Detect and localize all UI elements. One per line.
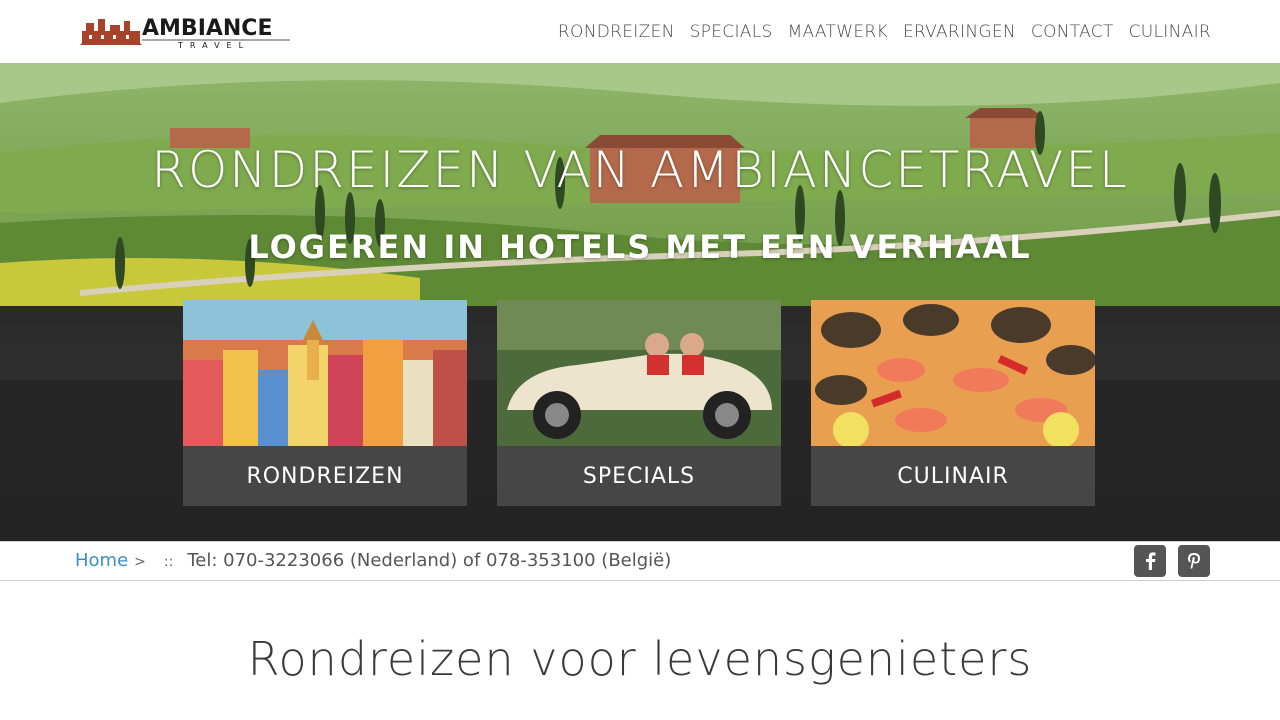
nav-ervaringen[interactable]: ERVARINGEN <box>903 22 1016 42</box>
intro-title: Rondreizen voor levensgenieters <box>247 632 1033 686</box>
breadcrumb: Home > :: Tel: 070-3223066 (Nederland) o… <box>75 550 671 571</box>
breadcrumb-divider: :: <box>163 554 174 570</box>
social-links <box>1134 545 1210 577</box>
site-header: AMBIANCE TRAVEL RONDREIZEN SPECIALS MAAT… <box>0 0 1280 63</box>
pinterest-button[interactable] <box>1178 545 1210 577</box>
phone-text: Tel: 070-3223066 (Nederland) of 078-3531… <box>187 550 672 571</box>
logo-wordmark: AMBIANCE <box>142 16 273 41</box>
facebook-icon <box>1146 552 1156 570</box>
hero-title: RONDREIZEN VAN AMBIANCETRAVEL <box>151 141 1129 199</box>
ambiance-travel-logo[interactable]: AMBIANCE TRAVEL <box>80 13 292 49</box>
nav-specials[interactable]: SPECIALS <box>690 22 773 42</box>
hero-subtitle: LOGEREN IN HOTELS MET EEN VERHAAL <box>248 228 1032 266</box>
hero-section: RONDREIZEN VAN AMBIANCETRAVEL LOGEREN IN… <box>0 63 1280 541</box>
nav-contact[interactable]: CONTACT <box>1031 22 1114 42</box>
card-label-culinair: CULINAIR <box>811 446 1095 506</box>
card-rondreizen[interactable]: RONDREIZEN <box>183 300 467 506</box>
nav-culinair[interactable]: CULINAIR <box>1129 22 1211 42</box>
nav-maatwerk[interactable]: MAATWERK <box>788 22 888 42</box>
pinterest-icon <box>1188 553 1200 569</box>
breadcrumb-bar: Home > :: Tel: 070-3223066 (Nederland) o… <box>0 541 1280 581</box>
breadcrumb-separator: > <box>134 554 146 570</box>
vintage-car-image <box>497 300 781 446</box>
card-label-specials: SPECIALS <box>497 446 781 506</box>
card-label-rondreizen: RONDREIZEN <box>183 446 467 506</box>
nav-rondreizen[interactable]: RONDREIZEN <box>558 22 675 42</box>
facebook-button[interactable] <box>1134 545 1166 577</box>
category-cards: RONDREIZEN SPECIALS CULINAIR <box>183 300 1095 506</box>
paella-image <box>811 300 1095 446</box>
main-nav: RONDREIZEN SPECIALS MAATWERK ERVARINGEN … <box>558 22 1211 42</box>
cinque-terre-image <box>183 300 467 446</box>
breadcrumb-home-link[interactable]: Home <box>75 550 128 571</box>
card-culinair[interactable]: CULINAIR <box>811 300 1095 506</box>
card-specials[interactable]: SPECIALS <box>497 300 781 506</box>
logo-subtext: TRAVEL <box>177 41 250 49</box>
